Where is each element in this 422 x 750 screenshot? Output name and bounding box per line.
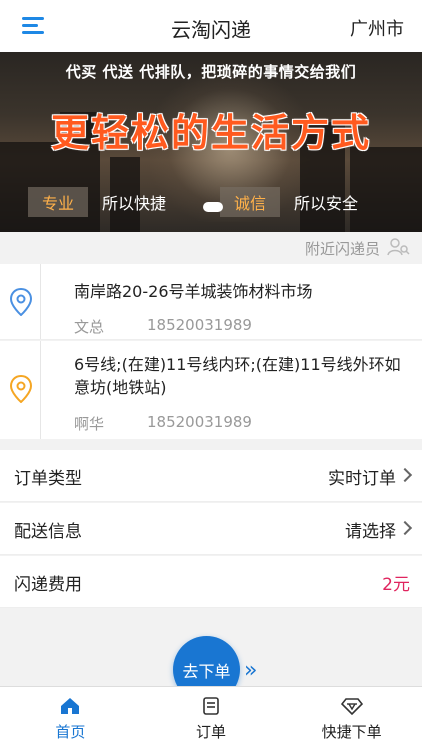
banner-tag: 专业 — [28, 187, 89, 217]
delivery-location-icon — [10, 375, 32, 403]
double-chevron-right-icon: » — [244, 658, 258, 683]
order-type-label: 订单类型 — [14, 469, 82, 489]
order-type-value: 实时订单 — [328, 469, 396, 489]
pickup-location-icon — [10, 288, 32, 316]
delivery-contact-name: 啊华 — [74, 415, 105, 433]
bottom-tab-bar: 首页 订单 快捷下单 — [0, 686, 422, 750]
delivery-fee-row: 闪递费用 2元 — [0, 556, 422, 608]
delivery-fee-value: 2元 — [382, 575, 410, 595]
banner-tag: 所以快捷 — [102, 194, 167, 213]
divider — [40, 264, 41, 339]
order-type-row[interactable]: 订单类型 实时订单 — [0, 450, 422, 502]
chevron-right-icon — [397, 520, 413, 536]
banner-tag: 所以安全 — [294, 194, 359, 213]
home-icon — [61, 698, 80, 714]
order-icon — [203, 697, 219, 715]
banner-tag: 诚信 — [220, 187, 281, 217]
banner-slogan: 代买 代送 代排队，把琐碎的事情交给我们 — [65, 63, 357, 81]
pickup-contact-name: 文总 — [74, 318, 105, 336]
menu-icon[interactable] — [22, 16, 46, 36]
banner-headline: 更轻松的生活方式 — [50, 111, 371, 155]
courier-search-icon[interactable] — [386, 237, 410, 257]
delivery-fee-label: 闪递费用 — [14, 575, 82, 595]
tab-home-label: 首页 — [55, 723, 86, 741]
delivery-address-card[interactable]: 6号线;(在建)11号线内环;(在建)11号线外环如意坊(地铁站) 啊华 185… — [0, 341, 422, 439]
divider — [40, 341, 41, 439]
pickup-address: 南岸路20-26号羊城装饰材料市场 — [74, 282, 313, 301]
tab-quick-order[interactable]: 快捷下单 — [281, 687, 422, 750]
nearby-couriers-bar[interactable]: 附近闪递员 — [0, 232, 422, 262]
delivery-contact-phone: 18520031989 — [147, 413, 252, 431]
pickup-address-card[interactable]: 南岸路20-26号羊城装饰材料市场 文总 18520031989 — [0, 264, 422, 340]
tab-home[interactable]: 首页 — [0, 687, 141, 750]
tab-orders-label: 订单 — [196, 723, 227, 741]
diamond-icon — [340, 698, 363, 715]
delivery-info-value: 请选择 — [345, 522, 396, 542]
city-selector[interactable]: 广州市 — [350, 15, 404, 41]
pickup-contact-phone: 18520031989 — [147, 316, 252, 334]
app-header: 云淘闪递 广州市 — [0, 0, 422, 52]
delivery-info-label: 配送信息 — [14, 522, 82, 542]
nearby-couriers-label: 附近闪递员 — [304, 240, 380, 258]
delivery-info-row[interactable]: 配送信息 请选择 — [0, 503, 422, 555]
delivery-address: 6号线;(在建)11号线内环;(在建)11号线外环如意坊(地铁站) — [74, 355, 401, 397]
tab-quick-order-label: 快捷下单 — [321, 723, 382, 741]
carousel-indicator[interactable] — [203, 202, 223, 212]
tab-orders[interactable]: 订单 — [141, 687, 282, 750]
promo-banner[interactable]: 代买 代送 代排队，把琐碎的事情交给我们 更轻松的生活方式 专业 所以快捷 诚信… — [0, 52, 422, 232]
chevron-right-icon — [397, 467, 413, 483]
